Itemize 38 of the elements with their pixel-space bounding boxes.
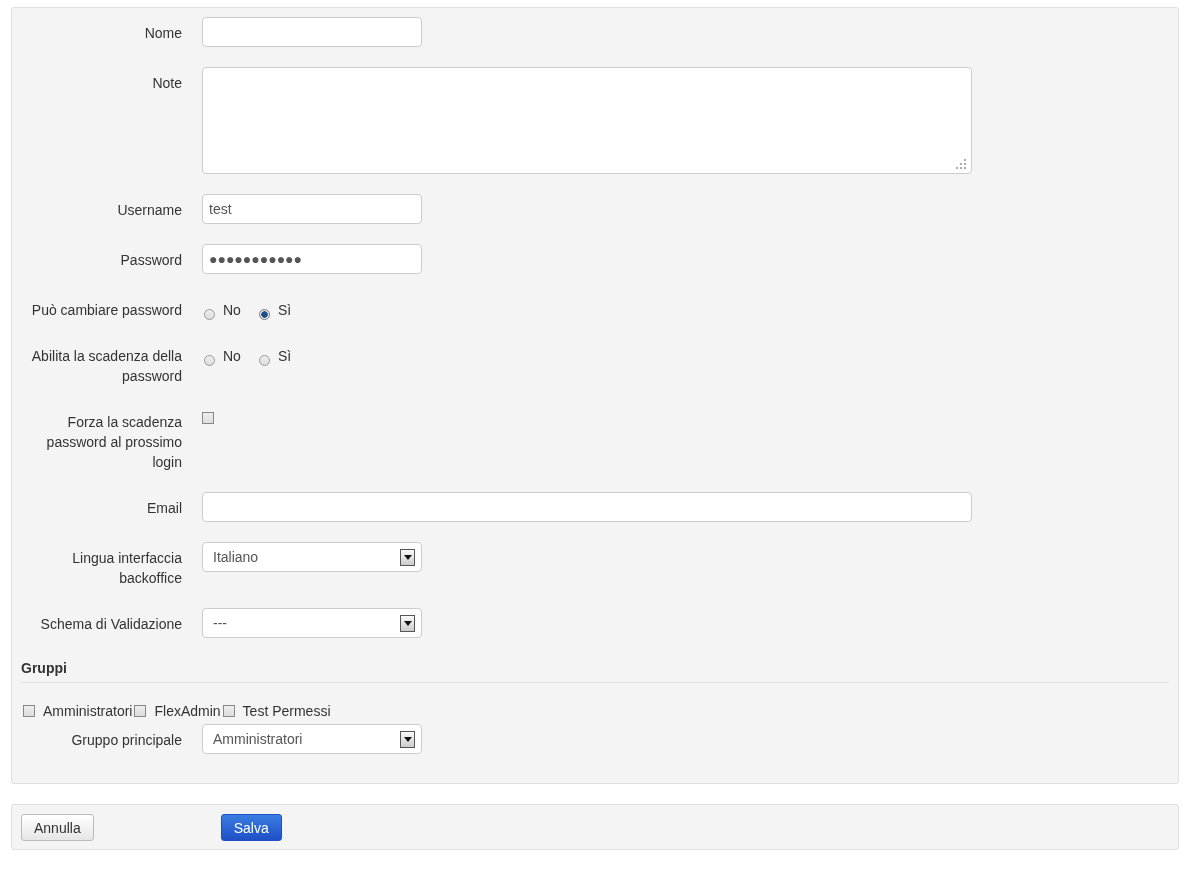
checkbox-label[interactable]: FlexAdmin (154, 703, 221, 719)
save-button[interactable]: Salva (220, 814, 282, 841)
select-field[interactable]: Amministratori (202, 724, 422, 754)
radio-label[interactable]: No (223, 348, 241, 364)
field-label: Gruppo principale (70, 731, 182, 750)
input-field[interactable] (202, 17, 422, 47)
radio-label[interactable]: Sì (277, 302, 292, 318)
field-label: Forza la scadenza password al prossimo login (45, 413, 182, 472)
select-field[interactable]: --- (202, 608, 422, 638)
checkbox[interactable] (222, 705, 235, 717)
field-label: Può cambiare password (30, 301, 182, 320)
field-label: Abilita la scadenza della password (30, 347, 182, 386)
radio-button[interactable] (258, 308, 270, 320)
section-title: Gruppi (21, 658, 1169, 683)
input-field[interactable]: ●●●●●●●●●●● (202, 244, 422, 274)
select-field[interactable]: Italiano (202, 542, 422, 572)
field-label: Username (116, 201, 182, 220)
input-field[interactable]: test (202, 194, 422, 224)
checkbox-label[interactable]: Test Permessi (242, 703, 331, 719)
radio-button[interactable] (204, 308, 215, 320)
input-field[interactable] (202, 492, 972, 522)
radio-button[interactable] (258, 354, 270, 366)
field-label: Note (151, 74, 182, 93)
textarea-field[interactable] (202, 67, 972, 174)
checkbox-label[interactable]: Amministratori (43, 703, 133, 719)
checkbox[interactable] (202, 412, 214, 424)
cancel-button[interactable]: Annulla (21, 814, 94, 841)
radio-label[interactable]: Sì (277, 348, 292, 364)
resize-grip-icon (956, 159, 966, 169)
field-label: Lingua interfaccia backoffice (71, 549, 182, 588)
radio-button[interactable] (204, 354, 215, 366)
field-label: Schema di Validazione (39, 615, 182, 634)
field-label: Nome (143, 24, 182, 43)
field-label: Email (146, 499, 182, 518)
checkbox[interactable] (134, 705, 147, 717)
field-label: Password (119, 251, 182, 270)
radio-label[interactable]: No (223, 302, 241, 318)
checkbox[interactable] (23, 705, 35, 717)
